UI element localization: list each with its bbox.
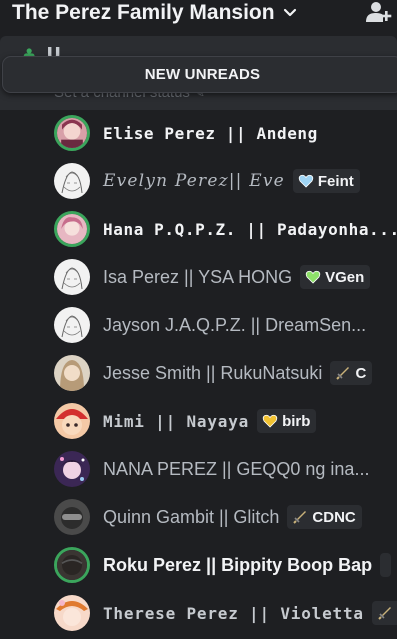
avatar[interactable]: [54, 259, 90, 295]
server-tag-label: VGen: [325, 268, 365, 286]
member-name: Roku Perez || Bippity Boop Bap: [103, 554, 373, 575]
server-tag[interactable]: [380, 553, 392, 577]
member-name-line: Quinn Gambit || Glitch CDNC: [103, 505, 362, 529]
avatar[interactable]: [54, 211, 90, 247]
member-row[interactable]: Jayson J.A.Q.P.Z. || DreamSen...: [0, 302, 397, 348]
avatar[interactable]: [54, 547, 90, 583]
member-row[interactable]: Jesse Smith || RukuNatsuki C: [0, 350, 397, 396]
member-name: NANA PEREZ || GEQQ0 ng ina...: [103, 458, 370, 479]
chevron-down-icon[interactable]: [283, 6, 297, 20]
member-name: Therese Perez || Violetta: [103, 603, 364, 623]
avatar[interactable]: [54, 307, 90, 343]
member-row[interactable]: NANA PEREZ || GEQQ0 ng ina...: [0, 446, 397, 492]
member-name-line: Hana P.Q.P.Z. || Padayonha...: [103, 217, 397, 241]
member-name: Evelyn Perez|| Eve: [103, 171, 285, 191]
member-name: Isa Perez || YSA HONG: [103, 266, 293, 287]
avatar[interactable]: [54, 163, 90, 199]
member-row[interactable]: Roku Perez || Bippity Boop Bap: [0, 542, 397, 588]
member-name: Jesse Smith || RukuNatsuki: [103, 362, 323, 383]
sword-icon: [293, 511, 307, 524]
member-name-line: Mimi || Nayaya birb: [103, 409, 317, 433]
member-name: Jayson J.A.Q.P.Z. || DreamSen...: [103, 314, 367, 335]
add-user-icon[interactable]: [365, 0, 393, 24]
server-name[interactable]: The Perez Family Mansion: [12, 1, 275, 25]
member-row[interactable]: Therese Perez || Violetta: [0, 590, 397, 636]
member-name-line: NANA PEREZ || GEQQ0 ng ina...: [103, 457, 369, 481]
member-row[interactable]: Quinn Gambit || Glitch CDNC: [0, 494, 397, 540]
heart-yellow-icon: [262, 414, 278, 428]
member-name: Mimi || Nayaya: [103, 411, 250, 431]
server-tag[interactable]: Feint: [292, 169, 360, 193]
server-tag[interactable]: birb: [257, 409, 317, 433]
member-row[interactable]: Evelyn Perez|| Eve Feint: [0, 158, 397, 204]
avatar[interactable]: [54, 355, 90, 391]
member-list: Elise Perez || Andeng Evelyn Perez|| Eve F…: [0, 110, 397, 639]
avatar[interactable]: [54, 115, 90, 151]
avatar[interactable]: [54, 499, 90, 535]
member-name-line: Roku Perez || Bippity Boop Bap: [103, 553, 392, 577]
new-unreads-label: NEW UNREADS: [144, 66, 261, 83]
server-header[interactable]: The Perez Family Mansion: [0, 0, 397, 26]
member-name-line: Isa Perez || YSA HONG VGen: [103, 265, 371, 289]
member-name-line: Jayson J.A.Q.P.Z. || DreamSen...: [103, 313, 366, 337]
server-tag-label: CDNC: [312, 508, 356, 526]
sword-icon: [336, 367, 350, 380]
heart-blue-icon: [298, 174, 314, 188]
member-row[interactable]: Hana P.Q.P.Z. || Padayonha...: [0, 206, 397, 252]
member-name-line: Therese Perez || Violetta: [103, 601, 397, 625]
member-name-line: Elise Perez || Andeng: [103, 121, 318, 145]
member-name: Quinn Gambit || Glitch: [103, 506, 280, 527]
member-name: Elise Perez || Andeng: [103, 123, 318, 143]
avatar[interactable]: [54, 403, 90, 439]
member-row[interactable]: Mimi || Nayaya birb: [0, 398, 397, 444]
member-name-line: Evelyn Perez|| Eve Feint: [103, 169, 360, 193]
server-tag-label: C: [355, 364, 367, 382]
heart-green-icon: [305, 270, 321, 284]
server-tag-label: Feint: [317, 172, 354, 190]
server-tag[interactable]: C: [330, 361, 373, 385]
member-name-line: Jesse Smith || RukuNatsuki C: [103, 361, 373, 385]
server-tag[interactable]: [371, 601, 397, 625]
new-unreads-button[interactable]: NEW UNREADS: [2, 56, 397, 93]
server-tag[interactable]: VGen: [300, 265, 371, 289]
member-name: Hana P.Q.P.Z. || Padayonha...: [103, 219, 397, 239]
avatar[interactable]: [54, 595, 90, 631]
avatar[interactable]: [54, 451, 90, 487]
server-tag[interactable]: CDNC: [287, 505, 362, 529]
server-tag-label: birb: [282, 412, 311, 430]
sword-icon: [378, 607, 391, 620]
member-row[interactable]: Elise Perez || Andeng: [0, 110, 397, 156]
member-row[interactable]: Isa Perez || YSA HONG VGen: [0, 254, 397, 300]
